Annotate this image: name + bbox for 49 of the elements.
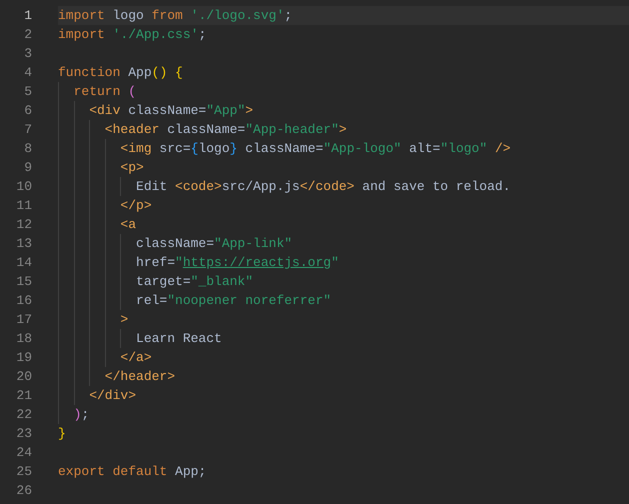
line-number: 21: [15, 387, 32, 405]
code-line: target="_blank": [135, 274, 254, 289]
line-number: 9: [23, 159, 32, 177]
code-line: </div>: [88, 388, 136, 403]
line-number: 7: [23, 121, 32, 139]
code-line: }: [58, 426, 66, 441]
code-line: <img src={logo} className="App-logo" alt="logo" />: [119, 141, 511, 156]
line-number: 13: [15, 235, 32, 253]
line-number: 22: [15, 406, 32, 424]
code-line: className="App-link": [135, 236, 292, 251]
line-number: 23: [15, 425, 32, 443]
line-number: 8: [23, 140, 32, 158]
code-line: <a: [119, 217, 136, 232]
code-line: );: [72, 407, 90, 422]
line-number: 26: [15, 482, 32, 500]
code-line: </p>: [119, 198, 152, 213]
line-number: 14: [15, 254, 32, 272]
line-number: 3: [23, 45, 32, 63]
code-line: Edit <code>src/App.js</code> and save to reload.: [135, 179, 510, 194]
code-line: <div className="App">: [88, 103, 254, 118]
code-line: return (: [72, 84, 136, 99]
line-number: 19: [15, 349, 32, 367]
line-number: 15: [15, 273, 32, 291]
code-line: import './App.css';: [58, 27, 206, 42]
code-line: >: [119, 312, 128, 327]
line-number: 16: [15, 292, 32, 310]
line-number: 10: [15, 178, 32, 196]
code-line: href="https://reactjs.org": [135, 255, 339, 270]
line-number: 11: [15, 197, 32, 215]
line-number: 25: [15, 463, 32, 481]
line-number: 24: [15, 444, 32, 462]
line-number: 2: [23, 26, 32, 44]
line-number: 20: [15, 368, 32, 386]
line-number: 18: [15, 330, 32, 348]
code-line: import logo from './logo.svg';: [58, 8, 292, 23]
code-line: function App() {: [58, 65, 183, 80]
code-line: </header>: [104, 369, 176, 384]
line-number: 17: [15, 311, 32, 329]
code-line: rel="noopener noreferrer": [135, 293, 332, 308]
line-number: 1: [23, 7, 32, 25]
code-line: Learn React: [135, 331, 222, 346]
line-number: 6: [23, 102, 32, 120]
line-number: 4: [23, 64, 32, 82]
code-line: export default App;: [58, 464, 206, 479]
code-line: <header className="App-header">: [104, 122, 347, 137]
line-number: 5: [23, 83, 32, 101]
code-line: <p>: [119, 160, 144, 175]
code-line: </a>: [119, 350, 152, 365]
line-number: 12: [15, 216, 32, 234]
